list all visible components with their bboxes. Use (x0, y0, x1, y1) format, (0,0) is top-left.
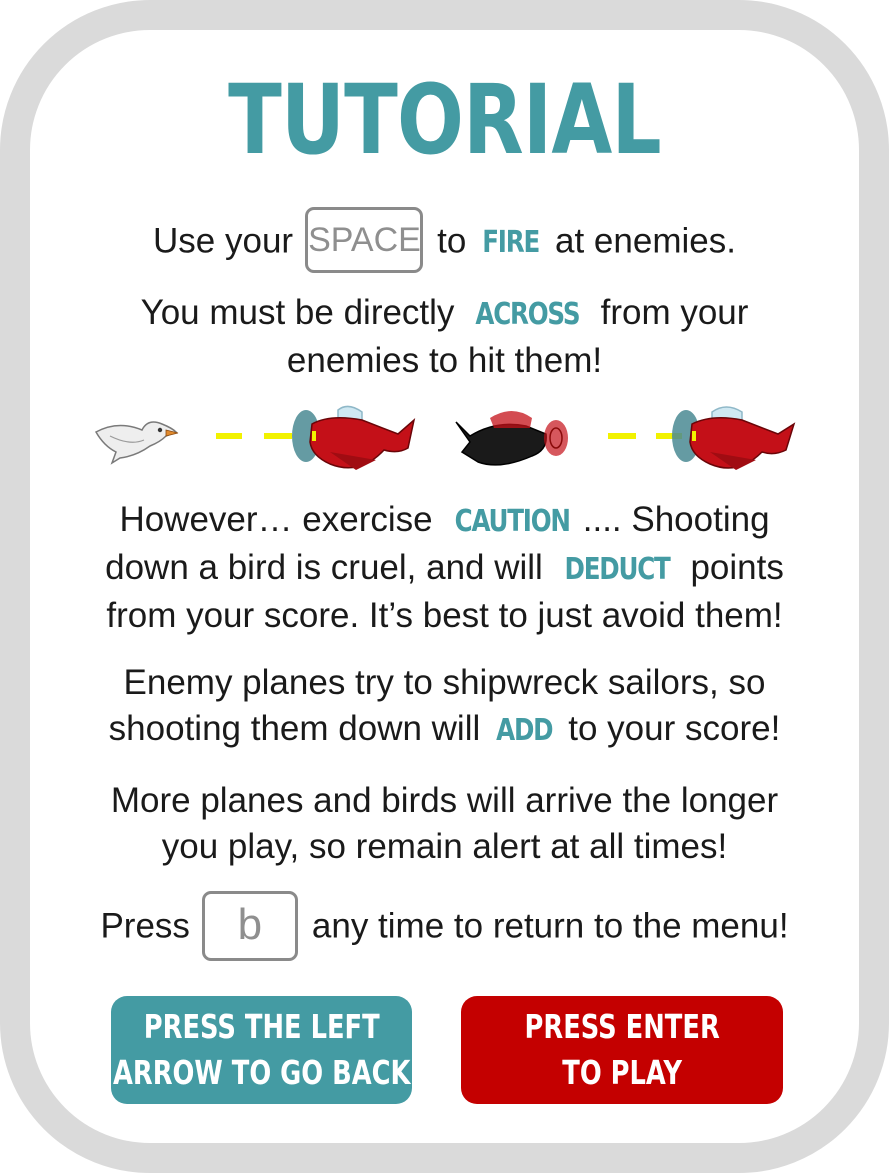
space-key-icon: SPACE (305, 207, 424, 273)
menu-instruction: Press b any time to return to the menu! (0, 891, 889, 963)
add-text-pre: shooting them down will (108, 709, 481, 748)
deduct-highlight: DEDUCT (564, 552, 670, 587)
add-highlight: ADD (496, 713, 553, 748)
fire-instruction: Use your SPACE to FIRE at enemies. (0, 207, 889, 276)
page-title: TUTORIAL (228, 64, 661, 176)
fire-text-post: at enemies. (555, 221, 736, 261)
fire-text-mid: to (437, 221, 467, 261)
across-highlight: ACROSS (475, 297, 581, 332)
enemy-plane-icon (292, 405, 416, 470)
go-back-label-line1: PRESS THE LEFT (143, 1007, 380, 1046)
caution-text-pre: However… exercise (119, 500, 433, 539)
laser-dash-icon (608, 433, 682, 439)
caution-text-line3: from your score. It’s best to just avoid… (106, 596, 783, 635)
fire-highlight: FIRE (482, 225, 540, 261)
deduct-text-pre: down a bird is cruel, and will (105, 548, 543, 587)
more-paragraph: More planes and birds will arrive the lo… (0, 778, 889, 870)
play-label-line2: TO PLAY (562, 1053, 682, 1092)
more-text-line2: you play, so remain alert at all times! (161, 827, 728, 866)
deduct-text-post: points (690, 548, 784, 587)
play-button[interactable]: PRESS ENTER TO PLAY (461, 996, 783, 1104)
laser-dash-icon (216, 433, 292, 439)
fire-text-pre: Use your (153, 221, 294, 261)
caution-paragraph: However… exercise CAUTION .... Shooting d… (0, 497, 889, 639)
planes-text-line1: Enemy planes try to shipwreck sailors, s… (123, 663, 766, 702)
go-back-button[interactable]: PRESS THE LEFT ARROW TO GO BACK (111, 996, 412, 1104)
tutorial-illustration (94, 405, 796, 470)
across-text-post: from your (600, 293, 749, 332)
caution-highlight: CAUTION (454, 504, 571, 539)
menu-text-post: any time to return to the menu! (311, 906, 789, 946)
across-instruction: You must be directly ACROSS from your en… (0, 290, 889, 384)
b-key-icon: b (201, 891, 298, 961)
add-text-post: to your score! (568, 709, 781, 748)
play-label-line1: PRESS ENTER (524, 1007, 720, 1046)
planes-paragraph: Enemy planes try to shipwreck sailors, s… (0, 660, 889, 754)
more-text-line1: More planes and birds will arrive the lo… (110, 781, 779, 820)
menu-text-pre: Press (100, 906, 190, 946)
player-plane-icon (455, 411, 568, 466)
enemy-plane-icon (672, 406, 796, 470)
across-text-pre: You must be directly (140, 293, 455, 332)
seagull-icon (94, 421, 179, 465)
go-back-label-line2: ARROW TO GO BACK (112, 1053, 411, 1092)
caution-text-post: .... Shooting (582, 500, 770, 539)
across-text-line2: enemies to hit them! (286, 341, 603, 380)
